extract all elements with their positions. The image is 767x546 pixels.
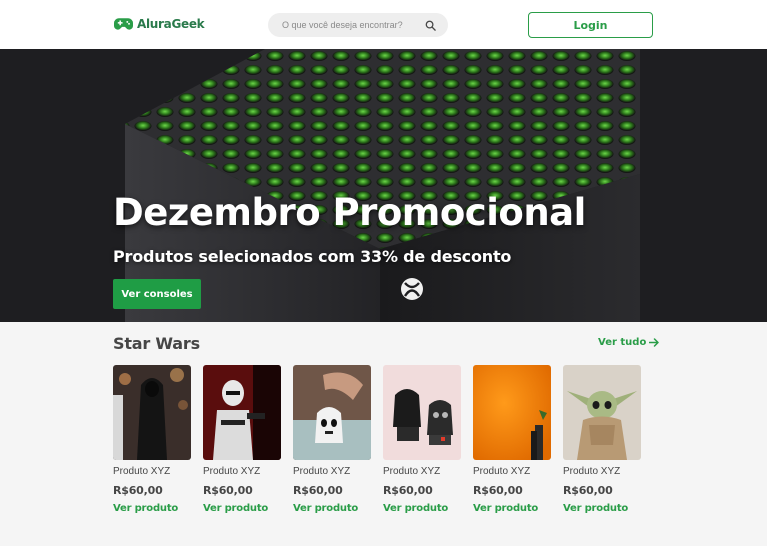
product-price: R$60,00	[113, 484, 163, 497]
product-name: Produto XYZ	[203, 466, 261, 477]
product-name: Produto XYZ	[473, 466, 531, 477]
product-card[interactable]: Produto XYZ R$60,00 Ver produto	[293, 365, 371, 514]
product-image[interactable]	[563, 365, 641, 460]
hero-banner: Dezembro Promocional Produtos selecionad…	[0, 49, 767, 322]
product-name: Produto XYZ	[563, 466, 621, 477]
product-price: R$60,00	[473, 484, 523, 497]
product-image[interactable]	[383, 365, 461, 460]
product-card[interactable]: Produto XYZ R$60,00 Ver produto	[383, 365, 461, 514]
product-image[interactable]	[293, 365, 371, 460]
view-product-link[interactable]: Ver produto	[473, 503, 551, 514]
product-card[interactable]: Produto XYZ R$60,00 Ver produto	[113, 365, 191, 514]
product-name: Produto XYZ	[293, 466, 351, 477]
view-product-link[interactable]: Ver produto	[293, 503, 371, 514]
banner-title: Dezembro Promocional	[113, 191, 586, 234]
login-button[interactable]: Login	[528, 12, 653, 38]
product-card[interactable]: Produto XYZ R$60,00 Ver produto	[563, 365, 641, 514]
see-all-label: Ver tudo	[598, 337, 647, 348]
product-name: Produto XYZ	[113, 466, 171, 477]
view-consoles-button[interactable]: Ver consoles	[113, 279, 201, 309]
arrow-right-icon	[649, 338, 660, 347]
view-product-link[interactable]: Ver produto	[113, 503, 191, 514]
banner-subtitle: Produtos selecionados com 33% de descont…	[113, 247, 512, 266]
search-icon[interactable]	[425, 20, 436, 31]
product-card[interactable]: Produto XYZ R$60,00 Ver produto	[473, 365, 551, 514]
see-all-link[interactable]: Ver tudo	[598, 337, 660, 348]
product-price: R$60,00	[563, 484, 613, 497]
view-product-link[interactable]: Ver produto	[383, 503, 461, 514]
product-price: R$60,00	[293, 484, 343, 497]
product-name: Produto XYZ	[383, 466, 441, 477]
xbox-logo-icon	[401, 278, 423, 300]
section-title: Star Wars	[113, 334, 200, 353]
product-price: R$60,00	[203, 484, 253, 497]
view-product-link[interactable]: Ver produto	[203, 503, 281, 514]
product-image[interactable]	[113, 365, 191, 460]
product-image[interactable]	[473, 365, 551, 460]
product-list: Produto XYZ R$60,00 Ver produto Produto …	[113, 365, 641, 514]
product-price: R$60,00	[383, 484, 433, 497]
view-product-link[interactable]: Ver produto	[563, 503, 641, 514]
header: AluraGeek Login	[0, 0, 767, 49]
logo-text: AluraGeek	[137, 17, 205, 31]
product-image[interactable]	[203, 365, 281, 460]
search-bar	[268, 13, 448, 37]
product-card[interactable]: Produto XYZ R$60,00 Ver produto	[203, 365, 281, 514]
logo[interactable]: AluraGeek	[114, 16, 205, 32]
gamepad-icon	[114, 18, 133, 30]
search-input[interactable]	[282, 20, 425, 30]
